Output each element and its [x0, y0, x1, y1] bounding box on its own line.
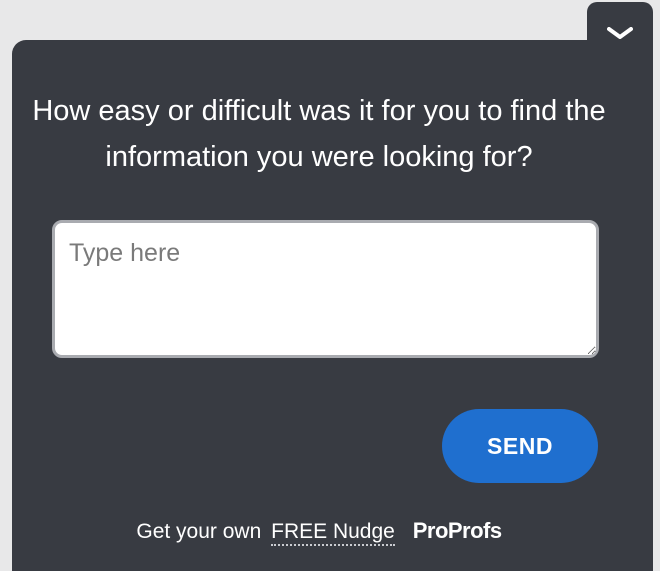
footer-prefix: Get your own — [136, 520, 262, 543]
answer-input[interactable] — [52, 220, 599, 358]
survey-panel: How easy or difficult was it for you to … — [12, 40, 653, 571]
free-nudge-link[interactable]: FREE Nudge — [271, 520, 395, 546]
send-button[interactable]: SEND — [442, 409, 598, 483]
page: How easy or difficult was it for you to … — [0, 0, 660, 571]
proprofs-logo[interactable]: ProProfs — [413, 518, 502, 543]
chevron-down-icon — [607, 27, 633, 39]
footer: Get your own FREE Nudge ProProfs — [12, 518, 626, 546]
survey-question: How easy or difficult was it for you to … — [32, 95, 606, 173]
